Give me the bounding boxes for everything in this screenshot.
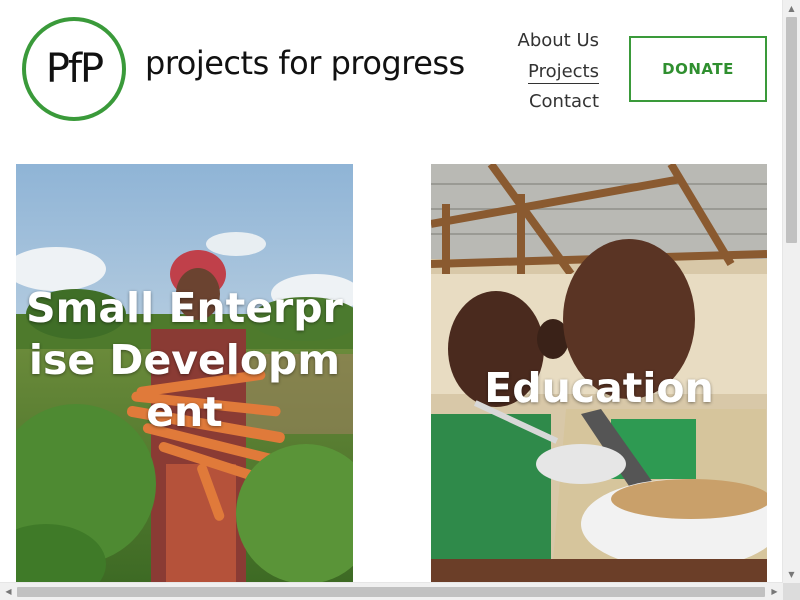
nav-projects[interactable]: Projects	[518, 57, 599, 88]
nav-about-us[interactable]: About Us	[518, 26, 600, 57]
horizontal-scroll-thumb[interactable]	[17, 587, 765, 597]
scrollbar-corner	[783, 583, 800, 600]
vertical-scrollbar[interactable]: ▲ ▼	[782, 0, 800, 583]
scroll-up-icon[interactable]: ▲	[783, 0, 800, 17]
card-title: Education	[484, 364, 714, 412]
donate-button[interactable]: DONATE	[629, 36, 767, 102]
vertical-scroll-thumb[interactable]	[786, 17, 797, 243]
project-card-small-enterprise[interactable]: Small Enterprise Development	[16, 164, 353, 583]
logo-text: PfP	[45, 46, 104, 92]
card-title: Small Enterprise Development	[26, 284, 343, 436]
page: PfP projects for progress About Us Proje…	[0, 0, 783, 583]
project-card-education[interactable]: Education	[431, 164, 767, 583]
scroll-left-icon[interactable]: ◀	[0, 583, 17, 600]
scroll-down-icon[interactable]: ▼	[783, 566, 800, 583]
logo-icon[interactable]: PfP	[22, 17, 126, 121]
scroll-right-icon[interactable]: ▶	[766, 583, 783, 600]
horizontal-scrollbar[interactable]: ◀ ▶	[0, 582, 783, 600]
nav-contact[interactable]: Contact	[518, 87, 599, 118]
main-nav: About Us Projects Contact	[518, 26, 600, 118]
site-name[interactable]: projects for progress	[145, 44, 465, 82]
